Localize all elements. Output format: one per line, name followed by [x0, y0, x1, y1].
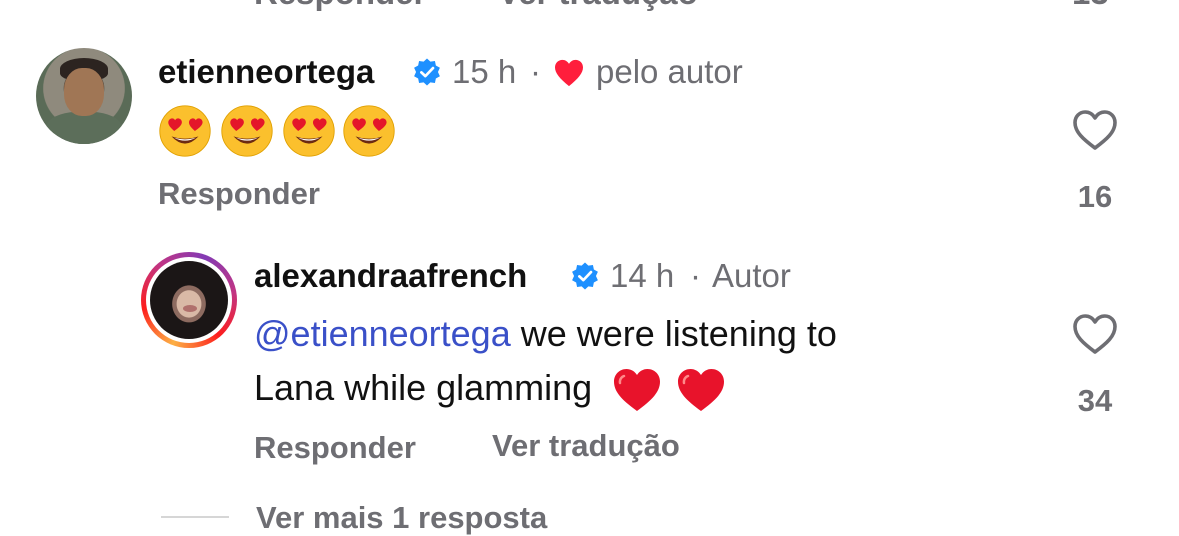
- comment-time: 15 h: [452, 53, 517, 90]
- comment-text-line-2: Lana while glamming: [254, 367, 593, 408]
- translate-button[interactable]: Ver tradução: [492, 428, 680, 464]
- smiling-face-heart-eyes-emoji: [283, 105, 335, 157]
- red-heart-icon: [555, 59, 583, 87]
- comment-username[interactable]: etienneortega: [158, 53, 374, 91]
- previous-translate-button[interactable]: Ver tradução: [498, 0, 698, 12]
- view-more-replies-button[interactable]: Ver mais 1 resposta: [256, 500, 547, 536]
- previous-reply-button[interactable]: Responder: [254, 0, 426, 12]
- smiling-face-heart-eyes-emoji: [159, 105, 211, 157]
- meta-separator: ·: [530, 53, 541, 90]
- like-heart-outline-icon[interactable]: [1071, 312, 1119, 356]
- verified-badge-icon: [414, 58, 440, 86]
- meta-separator: ·: [690, 257, 701, 294]
- smiling-face-heart-eyes-emoji: [343, 105, 395, 157]
- like-count: 16: [1077, 179, 1113, 214]
- replies-divider-line: [161, 516, 229, 518]
- like-count: 34: [1077, 383, 1113, 418]
- verified-badge-icon: [572, 262, 598, 290]
- comment-body: @etienneortega we were listening to Lana…: [254, 311, 1054, 413]
- mention-link[interactable]: @etienneortega: [254, 313, 511, 354]
- comment-text-line-1: we were listening to: [510, 313, 837, 354]
- like-heart-outline-icon[interactable]: [1071, 108, 1119, 152]
- comment-username[interactable]: alexandraafrench: [254, 257, 527, 295]
- reply-button[interactable]: Responder: [254, 430, 416, 466]
- avatar[interactable]: [36, 48, 132, 144]
- liked-by-author-label: pelo autor: [596, 53, 743, 90]
- comment-time: 14 h: [610, 257, 675, 294]
- previous-comment-actions: Responder Ver tradução 13: [158, 0, 1179, 12]
- reply-button[interactable]: Responder: [158, 176, 320, 212]
- author-label: Autor: [712, 257, 791, 294]
- avatar[interactable]: [150, 261, 228, 339]
- red-heart-emoji: [678, 369, 725, 412]
- red-heart-emoji: [614, 369, 661, 412]
- smiling-face-heart-eyes-emoji: [221, 105, 273, 157]
- previous-like-count: 13: [1072, 0, 1109, 12]
